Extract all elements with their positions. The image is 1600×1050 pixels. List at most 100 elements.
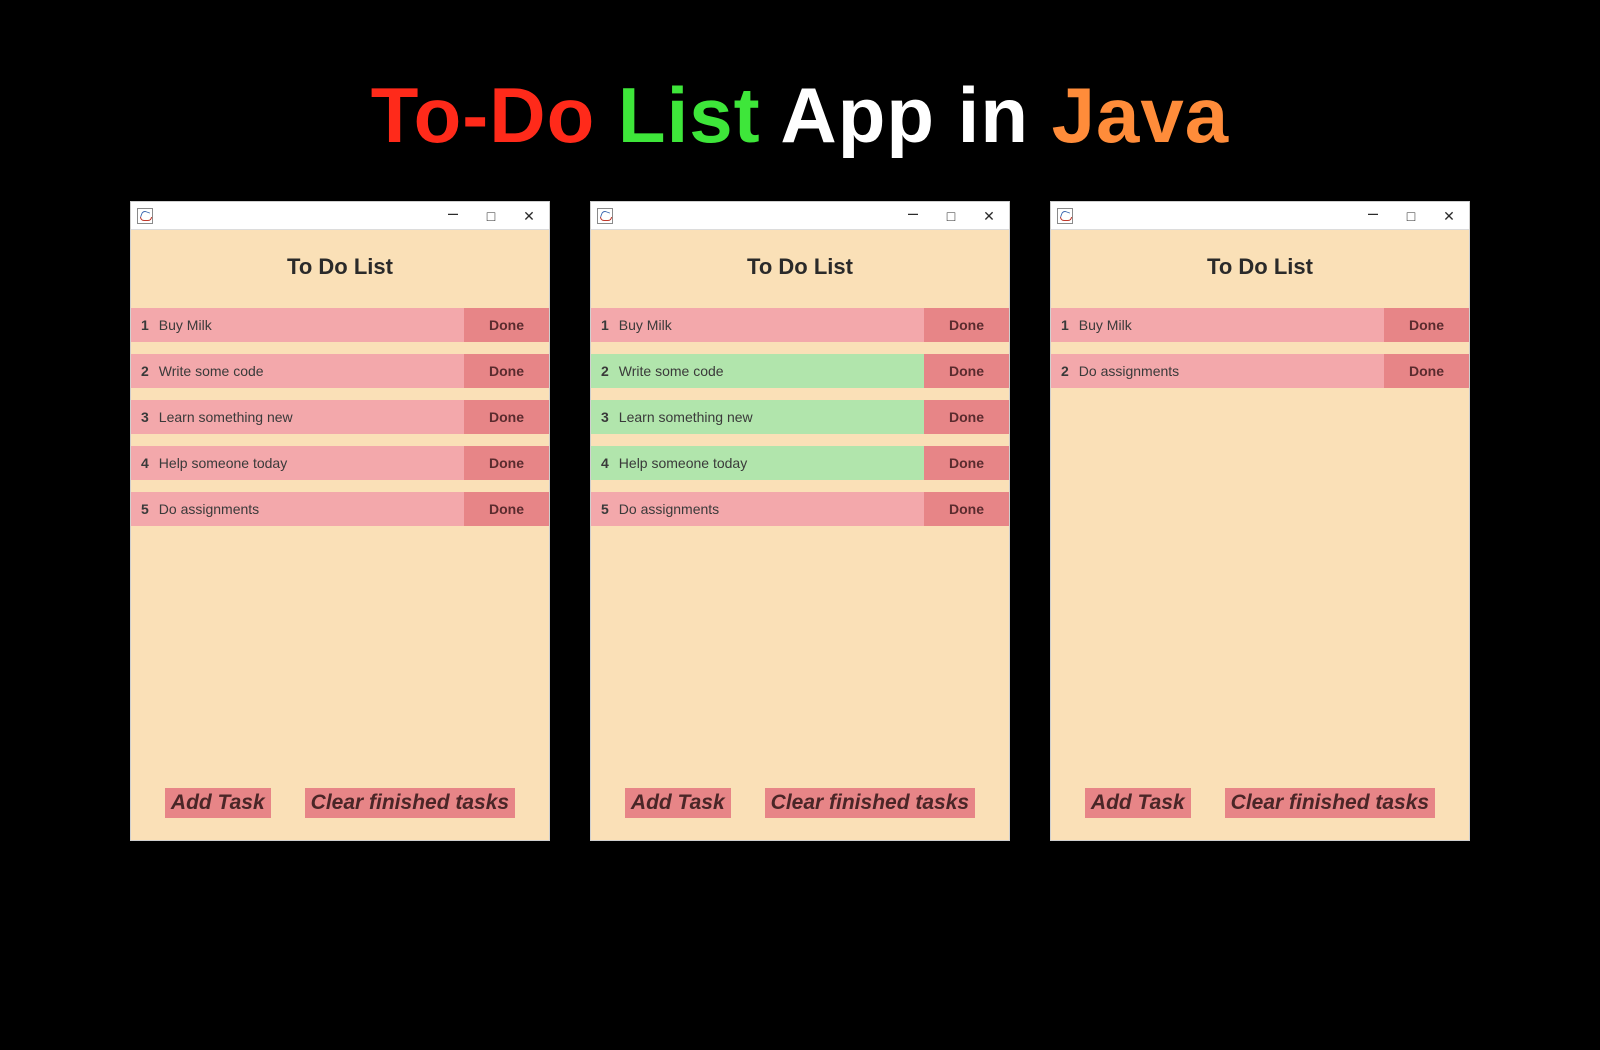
task-row: 1 Buy Milk Done [131, 308, 549, 342]
task-number: 3 [601, 409, 609, 425]
done-button[interactable]: Done [1384, 308, 1469, 342]
close-icon[interactable] [1441, 209, 1457, 223]
task-list: 1 Buy Milk Done 2 Do assignments Done [1051, 308, 1469, 388]
clear-finished-button[interactable]: Clear finished tasks [1225, 788, 1435, 818]
maximize-icon[interactable] [483, 209, 499, 223]
window-titlebar[interactable] [1051, 202, 1469, 230]
java-icon [137, 208, 153, 224]
task-row: 1 Buy Milk Done [1051, 308, 1469, 342]
done-button[interactable]: Done [924, 446, 1009, 480]
add-task-button[interactable]: Add Task [625, 788, 731, 818]
maximize-icon[interactable] [943, 209, 959, 223]
task-body[interactable]: 3 Learn something new [591, 400, 924, 434]
app-window: To Do List1Buy MilkDone2Do assignmentsDo… [1050, 201, 1470, 841]
task-row: 2 Do assignments Done [1051, 354, 1469, 388]
task-row: 2 Write some code Done [131, 354, 549, 388]
task-number: 5 [601, 501, 609, 517]
task-text: Buy Milk [619, 317, 672, 333]
page-headline: To-Do List App in Java [0, 0, 1600, 201]
task-row: 4 Help someone today Done [591, 446, 1009, 480]
task-body[interactable]: 5 Do assignments [131, 492, 464, 526]
task-number: 2 [141, 363, 149, 379]
task-body[interactable]: 3 Learn something new [131, 400, 464, 434]
headline-part-todo: To-Do [371, 71, 595, 159]
java-icon [1057, 208, 1073, 224]
task-number: 5 [141, 501, 149, 517]
app-title: To Do List [1051, 230, 1469, 308]
task-text: Help someone today [619, 455, 747, 471]
task-row: 3 Learn something new Done [591, 400, 1009, 434]
task-text: Buy Milk [159, 317, 212, 333]
task-text: Write some code [159, 363, 264, 379]
task-body[interactable]: 2 Write some code [591, 354, 924, 388]
task-number: 1 [601, 317, 609, 333]
minimize-icon[interactable] [1365, 208, 1381, 223]
headline-part-list: List [618, 71, 761, 159]
headline-part-appin: App in [780, 71, 1029, 159]
app-title: To Do List [591, 230, 1009, 308]
close-icon[interactable] [981, 209, 997, 223]
task-number: 3 [141, 409, 149, 425]
window-titlebar[interactable] [131, 202, 549, 230]
footer-buttons: Add Task Clear finished tasks [591, 788, 1009, 818]
done-button[interactable]: Done [464, 446, 549, 480]
task-body[interactable]: 4 Help someone today [591, 446, 924, 480]
task-text: Do assignments [619, 501, 719, 517]
close-icon[interactable] [521, 209, 537, 223]
java-icon [597, 208, 613, 224]
task-text: Do assignments [159, 501, 259, 517]
clear-finished-button[interactable]: Clear finished tasks [305, 788, 515, 818]
add-task-button[interactable]: Add Task [165, 788, 271, 818]
done-button[interactable]: Done [464, 308, 549, 342]
task-body[interactable]: 1 Buy Milk [591, 308, 924, 342]
app-window: To Do List1Buy MilkDone2Write some codeD… [590, 201, 1010, 841]
footer-buttons: Add Task Clear finished tasks [131, 788, 549, 818]
done-button[interactable]: Done [924, 492, 1009, 526]
task-text: Do assignments [1079, 363, 1179, 379]
task-body[interactable]: 2 Write some code [131, 354, 464, 388]
clear-finished-button[interactable]: Clear finished tasks [765, 788, 975, 818]
task-list: 1 Buy Milk Done 2 Write some code Done 3 Learn … [591, 308, 1009, 526]
task-number: 4 [141, 455, 149, 471]
done-button[interactable]: Done [924, 308, 1009, 342]
app-window: To Do List1Buy MilkDone2Write some codeD… [130, 201, 550, 841]
task-text: Write some code [619, 363, 724, 379]
task-text: Help someone today [159, 455, 287, 471]
task-body[interactable]: 5 Do assignments [591, 492, 924, 526]
minimize-icon[interactable] [445, 208, 461, 223]
task-row: 3 Learn something new Done [131, 400, 549, 434]
minimize-icon[interactable] [905, 208, 921, 223]
task-text: Learn something new [159, 409, 293, 425]
task-number: 1 [141, 317, 149, 333]
app-title: To Do List [131, 230, 549, 308]
task-row: 2 Write some code Done [591, 354, 1009, 388]
window-controls [905, 208, 1005, 223]
task-body[interactable]: 1 Buy Milk [1051, 308, 1384, 342]
window-controls [445, 208, 545, 223]
task-number: 4 [601, 455, 609, 471]
add-task-button[interactable]: Add Task [1085, 788, 1191, 818]
task-body[interactable]: 2 Do assignments [1051, 354, 1384, 388]
window-titlebar[interactable] [591, 202, 1009, 230]
task-body[interactable]: 1 Buy Milk [131, 308, 464, 342]
task-row: 5 Do assignments Done [131, 492, 549, 526]
task-number: 2 [1061, 363, 1069, 379]
task-row: 5 Do assignments Done [591, 492, 1009, 526]
done-button[interactable]: Done [464, 400, 549, 434]
task-list: 1 Buy Milk Done 2 Write some code Done 3 Learn … [131, 308, 549, 526]
done-button[interactable]: Done [464, 354, 549, 388]
done-button[interactable]: Done [924, 400, 1009, 434]
task-number: 2 [601, 363, 609, 379]
done-button[interactable]: Done [464, 492, 549, 526]
headline-part-java: Java [1052, 71, 1230, 159]
maximize-icon[interactable] [1403, 209, 1419, 223]
task-body[interactable]: 4 Help someone today [131, 446, 464, 480]
done-button[interactable]: Done [924, 354, 1009, 388]
done-button[interactable]: Done [1384, 354, 1469, 388]
task-text: Buy Milk [1079, 317, 1132, 333]
task-row: 1 Buy Milk Done [591, 308, 1009, 342]
task-row: 4 Help someone today Done [131, 446, 549, 480]
window-controls [1365, 208, 1465, 223]
task-number: 1 [1061, 317, 1069, 333]
task-text: Learn something new [619, 409, 753, 425]
